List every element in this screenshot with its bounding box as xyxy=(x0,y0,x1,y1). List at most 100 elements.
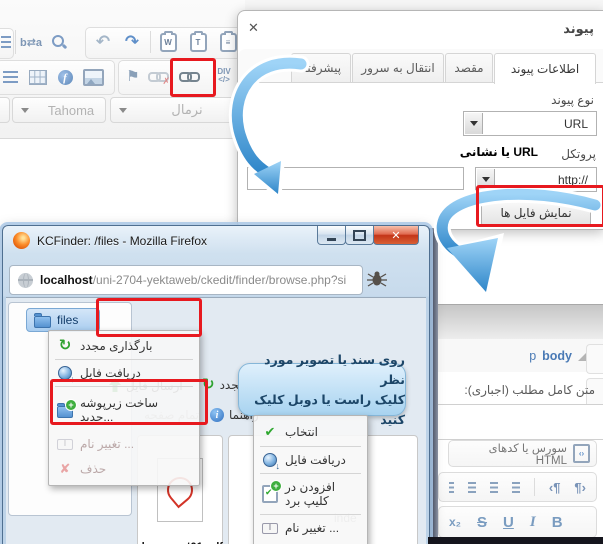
refresh-icon xyxy=(202,378,215,392)
check-icon xyxy=(262,424,278,440)
protocol-select[interactable]: http:// xyxy=(475,167,597,192)
protocol-label: پروتکل xyxy=(561,147,596,161)
italic-button[interactable]: I xyxy=(530,514,536,531)
tab-link-info[interactable]: اطلاعات پیوند xyxy=(494,53,596,84)
font-dropdown[interactable]: Tahoma xyxy=(12,97,106,123)
taskbar-edge xyxy=(428,537,603,544)
menu-item-clipboard[interactable]: افزودن در کلیپ برد xyxy=(254,475,367,513)
table-icon[interactable] xyxy=(28,69,48,85)
rtl-paragraph-icon[interactable]: ¶› xyxy=(574,480,586,495)
select-all-icon[interactable] xyxy=(0,33,11,51)
chevron-down-icon xyxy=(21,108,29,113)
url-text: localhost/uni-2704-yektaweb/ckedit/finde… xyxy=(40,273,346,287)
element-path-bar: p body xyxy=(438,339,603,372)
maximize-button[interactable] xyxy=(345,226,374,245)
hint-bubble: روی سند یا تصویر مورد نظر کلیک راست یا د… xyxy=(238,363,406,416)
menu-item-rename[interactable]: تغییر نام ... xyxy=(49,432,199,456)
source-button[interactable]: سورس یا کدهای HTML xyxy=(448,440,597,467)
menu-item-download[interactable]: دریافت فایل xyxy=(49,361,199,385)
font-dropdown-value: Tahoma xyxy=(37,103,105,118)
close-button[interactable]: ✕ xyxy=(373,226,419,245)
refresh-icon xyxy=(57,339,73,353)
clipboard-add-icon xyxy=(262,485,278,503)
chevron-down-icon xyxy=(119,108,127,113)
div-container-icon[interactable]: DIV</> xyxy=(213,66,235,86)
link-type-select[interactable]: URL xyxy=(463,111,597,136)
menu-item-refresh[interactable]: بارگذاری مجدد xyxy=(49,334,199,358)
dialog-close-icon[interactable]: ✕ xyxy=(248,20,259,36)
browse-files-button[interactable]: نمایش فایل ها xyxy=(481,200,591,226)
site-identity-icon[interactable] xyxy=(18,273,33,288)
align-left-icon[interactable] xyxy=(468,482,476,493)
window-title: KCFinder: /files - Mozilla Firefox xyxy=(37,234,207,248)
url-label: URL یا نشانی xyxy=(460,145,538,159)
bug-extension-icon[interactable] xyxy=(367,270,387,288)
path-body[interactable]: body xyxy=(542,349,572,363)
fir efox-logo xyxy=(13,232,30,249)
tree-folder-files[interactable]: files xyxy=(26,308,100,332)
menu-item-rename-file[interactable]: تغییر نام ... xyxy=(254,516,367,540)
search-icon[interactable] xyxy=(50,33,68,51)
anchor-icon[interactable]: ⚑ xyxy=(124,66,142,86)
menu-item-delete[interactable]: حذف xyxy=(49,456,199,482)
list-icon[interactable] xyxy=(2,70,19,84)
chevron-down-icon[interactable] xyxy=(465,113,483,134)
format-dropdown[interactable]: نرمال xyxy=(110,97,240,123)
link-type-label: نوع پیوند xyxy=(551,93,594,107)
menu-item-delete-file[interactable]: حذف xyxy=(254,540,367,544)
source-icon xyxy=(573,444,590,463)
url-bar[interactable]: localhost/uni-2704-yektaweb/ckedit/finde… xyxy=(9,265,363,295)
paste-as-text-icon[interactable]: T xyxy=(188,32,208,52)
align-toolbar: ‹¶ ¶› xyxy=(438,472,597,502)
justify-icon[interactable] xyxy=(449,482,454,493)
paste-icon[interactable]: ≡ xyxy=(218,32,238,52)
unlink-icon[interactable]: ✗ xyxy=(146,71,168,83)
link-dialog: پیوند ✕ اطلاعات پیوند مقصد انتقال به سرو… xyxy=(237,10,603,230)
firefox-icon xyxy=(13,232,30,249)
minimize-icon xyxy=(327,238,336,241)
folder-icon xyxy=(34,316,51,328)
tab-target[interactable]: مقصد xyxy=(445,53,493,82)
info-icon: i xyxy=(210,408,224,422)
menu-item-new-subfolder[interactable]: ساخت زیرپوشه جدید... xyxy=(49,388,199,432)
align-center-icon[interactable] xyxy=(490,482,498,493)
underline-button[interactable]: U xyxy=(503,514,514,531)
screenshot-root: b⇄a ↶ ↷ W T ≡ f ⚑ ✗ DIV</> Tahoma نرمال … xyxy=(0,0,603,544)
menu-item-select[interactable]: انتخاب xyxy=(254,419,367,445)
paste-from-word-icon[interactable]: W xyxy=(158,32,178,52)
background-toolbar-strip xyxy=(237,0,603,10)
url-input[interactable] xyxy=(247,167,464,190)
bold-button[interactable]: B xyxy=(552,514,563,531)
download-icon xyxy=(58,366,72,380)
path-p[interactable]: p xyxy=(529,349,536,363)
replace-icon[interactable]: b⇄a xyxy=(18,33,44,51)
tab-advanced[interactable]: پیشرفته xyxy=(291,53,351,82)
strike-button[interactable]: S xyxy=(477,514,487,531)
rename-icon xyxy=(262,523,278,534)
minimize-button[interactable] xyxy=(317,226,346,245)
side-panel-stub-1 xyxy=(586,344,603,374)
flash-icon[interactable]: f xyxy=(56,69,74,86)
maximize-icon xyxy=(353,230,366,241)
editor-field xyxy=(438,404,603,440)
size-dropdown[interactable] xyxy=(0,97,10,123)
image-icon[interactable] xyxy=(83,69,104,86)
undo-icon[interactable]: ↶ xyxy=(92,31,114,53)
file-context-menu: انتخاب دریافت فایل افزودن در کلیپ برد تغ… xyxy=(253,415,368,544)
link-icon[interactable] xyxy=(177,71,199,83)
menu-item-download-file[interactable]: دریافت فایل xyxy=(254,448,367,472)
chevron-down-icon[interactable] xyxy=(477,169,495,190)
subscript-button[interactable]: x₂ xyxy=(449,515,461,529)
folder-context-menu: بارگذاری مجدد دریافت فایل ساخت زیرپوشه ج… xyxy=(48,330,200,486)
protocol-value: http:// xyxy=(558,173,588,187)
ltr-paragraph-icon[interactable]: ‹¶ xyxy=(549,480,561,495)
rename-icon xyxy=(57,439,73,450)
editor-toolbar: b⇄a ↶ ↷ W T ≡ f ⚑ ✗ DIV</> Tahoma نرمال xyxy=(0,0,245,139)
format-toolbar: x₂ S U I B xyxy=(438,506,597,538)
tab-upload[interactable]: انتقال به سرور xyxy=(352,53,444,82)
editor-bottom-chrome xyxy=(438,304,603,340)
align-right-icon[interactable] xyxy=(512,482,520,493)
delete-icon xyxy=(57,461,73,477)
redo-icon[interactable]: ↷ xyxy=(121,31,143,53)
dialog-tabstrip: اطلاعات پیوند مقصد انتقال به سرور پیشرفت… xyxy=(238,49,603,83)
